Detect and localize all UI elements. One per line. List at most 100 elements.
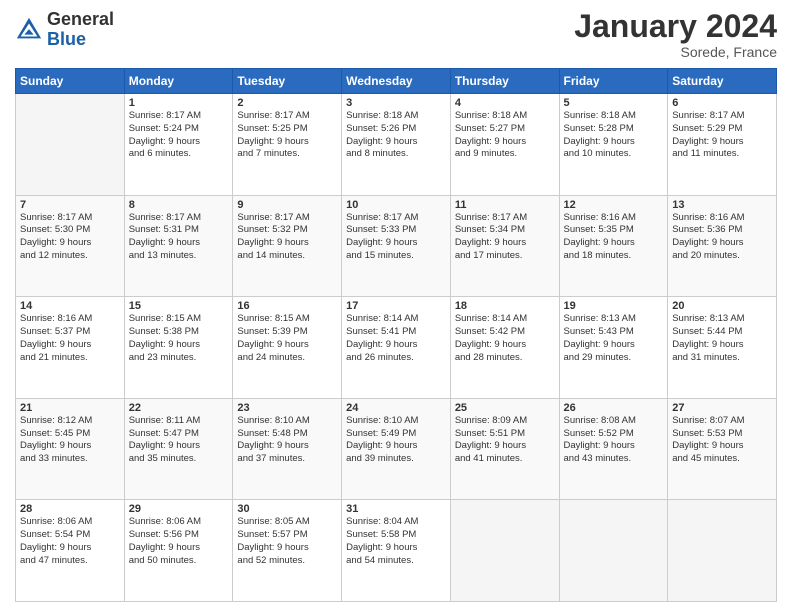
day-number: 19: [564, 300, 664, 312]
calendar-header-row: SundayMondayTuesdayWednesdayThursdayFrid…: [16, 69, 777, 94]
calendar-cell: [559, 500, 668, 602]
day-number: 24: [346, 402, 446, 414]
calendar-cell: 4Sunrise: 8:18 AM Sunset: 5:27 PM Daylig…: [450, 94, 559, 196]
logo-icon: [15, 16, 43, 44]
day-number: 31: [346, 503, 446, 515]
day-header-tuesday: Tuesday: [233, 69, 342, 94]
month-title: January 2024: [574, 10, 777, 42]
calendar-cell: 23Sunrise: 8:10 AM Sunset: 5:48 PM Dayli…: [233, 398, 342, 500]
day-info: Sunrise: 8:16 AM Sunset: 5:37 PM Dayligh…: [20, 313, 120, 364]
day-number: 25: [455, 402, 555, 414]
day-header-saturday: Saturday: [668, 69, 777, 94]
day-info: Sunrise: 8:18 AM Sunset: 5:27 PM Dayligh…: [455, 110, 555, 161]
calendar-cell: 20Sunrise: 8:13 AM Sunset: 5:44 PM Dayli…: [668, 297, 777, 399]
location: Sorede, France: [574, 44, 777, 60]
calendar-cell: 9Sunrise: 8:17 AM Sunset: 5:32 PM Daylig…: [233, 195, 342, 297]
day-number: 18: [455, 300, 555, 312]
day-number: 28: [20, 503, 120, 515]
calendar-cell: 27Sunrise: 8:07 AM Sunset: 5:53 PM Dayli…: [668, 398, 777, 500]
day-number: 27: [672, 402, 772, 414]
calendar-table: SundayMondayTuesdayWednesdayThursdayFrid…: [15, 68, 777, 602]
day-info: Sunrise: 8:07 AM Sunset: 5:53 PM Dayligh…: [672, 415, 772, 466]
day-header-sunday: Sunday: [16, 69, 125, 94]
calendar-cell: 28Sunrise: 8:06 AM Sunset: 5:54 PM Dayli…: [16, 500, 125, 602]
calendar-cell: 12Sunrise: 8:16 AM Sunset: 5:35 PM Dayli…: [559, 195, 668, 297]
day-info: Sunrise: 8:14 AM Sunset: 5:41 PM Dayligh…: [346, 313, 446, 364]
calendar-cell: 29Sunrise: 8:06 AM Sunset: 5:56 PM Dayli…: [124, 500, 233, 602]
day-info: Sunrise: 8:11 AM Sunset: 5:47 PM Dayligh…: [129, 415, 229, 466]
day-number: 3: [346, 97, 446, 109]
calendar-cell: 10Sunrise: 8:17 AM Sunset: 5:33 PM Dayli…: [342, 195, 451, 297]
day-number: 7: [20, 199, 120, 211]
day-number: 22: [129, 402, 229, 414]
calendar-cell: 14Sunrise: 8:16 AM Sunset: 5:37 PM Dayli…: [16, 297, 125, 399]
day-number: 4: [455, 97, 555, 109]
calendar-cell: 3Sunrise: 8:18 AM Sunset: 5:26 PM Daylig…: [342, 94, 451, 196]
day-info: Sunrise: 8:17 AM Sunset: 5:33 PM Dayligh…: [346, 212, 446, 263]
title-block: January 2024 Sorede, France: [574, 10, 777, 60]
calendar-cell: 2Sunrise: 8:17 AM Sunset: 5:25 PM Daylig…: [233, 94, 342, 196]
day-number: 14: [20, 300, 120, 312]
calendar-cell: [16, 94, 125, 196]
calendar-cell: 15Sunrise: 8:15 AM Sunset: 5:38 PM Dayli…: [124, 297, 233, 399]
calendar-week-1: 1Sunrise: 8:17 AM Sunset: 5:24 PM Daylig…: [16, 94, 777, 196]
day-number: 10: [346, 199, 446, 211]
day-number: 6: [672, 97, 772, 109]
day-info: Sunrise: 8:17 AM Sunset: 5:32 PM Dayligh…: [237, 212, 337, 263]
calendar-cell: 26Sunrise: 8:08 AM Sunset: 5:52 PM Dayli…: [559, 398, 668, 500]
calendar-cell: 6Sunrise: 8:17 AM Sunset: 5:29 PM Daylig…: [668, 94, 777, 196]
day-info: Sunrise: 8:16 AM Sunset: 5:36 PM Dayligh…: [672, 212, 772, 263]
day-number: 30: [237, 503, 337, 515]
day-number: 29: [129, 503, 229, 515]
calendar-week-3: 14Sunrise: 8:16 AM Sunset: 5:37 PM Dayli…: [16, 297, 777, 399]
day-header-thursday: Thursday: [450, 69, 559, 94]
logo-general: General: [47, 9, 114, 29]
day-info: Sunrise: 8:15 AM Sunset: 5:39 PM Dayligh…: [237, 313, 337, 364]
calendar-cell: 30Sunrise: 8:05 AM Sunset: 5:57 PM Dayli…: [233, 500, 342, 602]
day-number: 17: [346, 300, 446, 312]
calendar-cell: 21Sunrise: 8:12 AM Sunset: 5:45 PM Dayli…: [16, 398, 125, 500]
day-number: 21: [20, 402, 120, 414]
day-number: 15: [129, 300, 229, 312]
day-info: Sunrise: 8:09 AM Sunset: 5:51 PM Dayligh…: [455, 415, 555, 466]
page: General Blue January 2024 Sorede, France…: [0, 0, 792, 612]
day-number: 9: [237, 199, 337, 211]
calendar-cell: 1Sunrise: 8:17 AM Sunset: 5:24 PM Daylig…: [124, 94, 233, 196]
day-header-wednesday: Wednesday: [342, 69, 451, 94]
day-number: 13: [672, 199, 772, 211]
calendar-cell: 24Sunrise: 8:10 AM Sunset: 5:49 PM Dayli…: [342, 398, 451, 500]
calendar-cell: 22Sunrise: 8:11 AM Sunset: 5:47 PM Dayli…: [124, 398, 233, 500]
day-info: Sunrise: 8:18 AM Sunset: 5:26 PM Dayligh…: [346, 110, 446, 161]
day-number: 2: [237, 97, 337, 109]
day-number: 1: [129, 97, 229, 109]
calendar-week-4: 21Sunrise: 8:12 AM Sunset: 5:45 PM Dayli…: [16, 398, 777, 500]
day-info: Sunrise: 8:05 AM Sunset: 5:57 PM Dayligh…: [237, 516, 337, 567]
day-number: 20: [672, 300, 772, 312]
day-info: Sunrise: 8:15 AM Sunset: 5:38 PM Dayligh…: [129, 313, 229, 364]
calendar-cell: 13Sunrise: 8:16 AM Sunset: 5:36 PM Dayli…: [668, 195, 777, 297]
day-number: 12: [564, 199, 664, 211]
calendar-cell: 25Sunrise: 8:09 AM Sunset: 5:51 PM Dayli…: [450, 398, 559, 500]
day-info: Sunrise: 8:06 AM Sunset: 5:54 PM Dayligh…: [20, 516, 120, 567]
calendar-cell: 18Sunrise: 8:14 AM Sunset: 5:42 PM Dayli…: [450, 297, 559, 399]
day-info: Sunrise: 8:13 AM Sunset: 5:44 PM Dayligh…: [672, 313, 772, 364]
day-info: Sunrise: 8:17 AM Sunset: 5:24 PM Dayligh…: [129, 110, 229, 161]
logo-blue-text: Blue: [47, 29, 86, 49]
day-info: Sunrise: 8:17 AM Sunset: 5:30 PM Dayligh…: [20, 212, 120, 263]
logo: General Blue: [15, 10, 114, 50]
day-info: Sunrise: 8:10 AM Sunset: 5:48 PM Dayligh…: [237, 415, 337, 466]
calendar-cell: 17Sunrise: 8:14 AM Sunset: 5:41 PM Dayli…: [342, 297, 451, 399]
calendar-week-5: 28Sunrise: 8:06 AM Sunset: 5:54 PM Dayli…: [16, 500, 777, 602]
calendar-cell: 7Sunrise: 8:17 AM Sunset: 5:30 PM Daylig…: [16, 195, 125, 297]
day-number: 5: [564, 97, 664, 109]
day-info: Sunrise: 8:13 AM Sunset: 5:43 PM Dayligh…: [564, 313, 664, 364]
day-number: 16: [237, 300, 337, 312]
day-info: Sunrise: 8:06 AM Sunset: 5:56 PM Dayligh…: [129, 516, 229, 567]
day-info: Sunrise: 8:08 AM Sunset: 5:52 PM Dayligh…: [564, 415, 664, 466]
day-info: Sunrise: 8:17 AM Sunset: 5:29 PM Dayligh…: [672, 110, 772, 161]
header: General Blue January 2024 Sorede, France: [15, 10, 777, 60]
day-number: 11: [455, 199, 555, 211]
calendar-cell: 31Sunrise: 8:04 AM Sunset: 5:58 PM Dayli…: [342, 500, 451, 602]
calendar-cell: 16Sunrise: 8:15 AM Sunset: 5:39 PM Dayli…: [233, 297, 342, 399]
day-info: Sunrise: 8:17 AM Sunset: 5:31 PM Dayligh…: [129, 212, 229, 263]
